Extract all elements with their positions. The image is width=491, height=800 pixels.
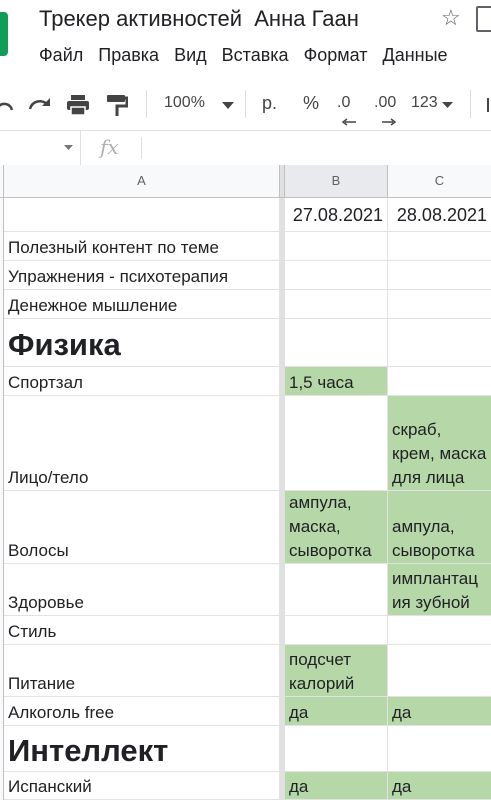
chevron-down-icon[interactable] [222, 102, 234, 110]
toolbar-separator [470, 90, 471, 118]
decrease-decimal-button[interactable]: .0 [337, 88, 350, 118]
cell-c-health[interactable]: имплантация зубной [388, 564, 491, 616]
row-label-money-mindset[interactable]: Денежное мышление [4, 290, 280, 319]
cell-c-money-mindset[interactable] [388, 290, 491, 319]
zoom-select[interactable]: 100% [164, 88, 205, 118]
percent-format-button[interactable]: % [303, 88, 319, 118]
toolbar: 100% р. % .0 .00 123 [0, 78, 491, 131]
row-label-useful-content[interactable]: Полезный контент по теме [4, 232, 280, 261]
column-header-c[interactable]: C [388, 165, 491, 198]
cell-c-spanish[interactable]: да [388, 772, 491, 800]
row-label-psychotherapy[interactable]: Упражнения - психотерапия [4, 261, 280, 290]
cell-b-intellect[interactable] [285, 726, 388, 772]
sheets-logo-icon[interactable] [0, 12, 8, 56]
row-label-style[interactable]: Стиль [4, 616, 280, 645]
cell-c-physics[interactable] [388, 319, 491, 367]
spreadsheet-grid: A B C 27.08.2021 28.08.2021 Полезный кон… [0, 165, 491, 800]
menu-edit[interactable]: Правка [98, 42, 159, 68]
row-label-spanish[interactable]: Испанский [4, 772, 280, 800]
row-label-nutrition[interactable]: Питание [4, 645, 280, 697]
row-label-alcohol-free[interactable]: Алкоголь free [4, 697, 280, 726]
arrow-left-icon [342, 118, 356, 126]
cell-b-date[interactable]: 27.08.2021 [285, 198, 388, 232]
font-select-icon[interactable] [487, 98, 489, 112]
cell-b-money-mindset[interactable] [285, 290, 388, 319]
star-icon[interactable]: ☆ [441, 4, 461, 32]
cell-b-style[interactable] [285, 616, 388, 645]
cell-b-psychotherapy[interactable] [285, 261, 388, 290]
row-label-gym[interactable]: Спортзал [4, 367, 280, 396]
column-header-b[interactable]: B [285, 165, 388, 198]
cell-c-face-body[interactable]: скраб, крем, маска для лица [388, 396, 491, 491]
cell-c-nutrition[interactable] [388, 645, 491, 697]
menu-view[interactable]: Вид [174, 42, 207, 68]
cell-c-hair[interactable]: ампула, сыворотка [388, 491, 491, 564]
formula-input[interactable] [150, 131, 491, 165]
cell-c-gym[interactable] [388, 367, 491, 396]
move-to-folder-icon[interactable] [476, 6, 491, 32]
document-title[interactable]: Трекер активностей Анна Гаан [39, 4, 359, 34]
toolbar-separator [146, 90, 147, 118]
cell-c-date[interactable]: 28.08.2021 [388, 198, 491, 232]
title-bar: Трекер активностей Анна Гаан ☆ Файл Прав… [0, 0, 491, 78]
formula-separator [141, 137, 142, 159]
cell-c-alcohol-free[interactable]: да [388, 697, 491, 726]
cell-b-gym[interactable]: 1,5 часа [285, 367, 388, 396]
menu-file[interactable]: Файл [39, 42, 83, 68]
cell-c-style[interactable] [388, 616, 491, 645]
cell-b-face-body[interactable] [285, 396, 388, 491]
row-label-hair[interactable]: Волосы [4, 491, 280, 564]
print-icon[interactable] [66, 94, 90, 116]
cell-b-alcohol-free[interactable]: да [285, 697, 388, 726]
number-format-select[interactable]: 123 [411, 88, 438, 118]
currency-format-button[interactable]: р. [262, 88, 277, 118]
arrow-right-icon [382, 118, 396, 126]
redo-icon[interactable] [28, 96, 54, 114]
menu-format[interactable]: Формат [304, 42, 368, 68]
column-header-a[interactable]: A [4, 165, 280, 198]
cell-b-health[interactable] [285, 564, 388, 616]
row-label-health[interactable]: Здоровье [4, 564, 280, 616]
row-label-face-body[interactable]: Лицо/тело [4, 396, 280, 491]
toolbar-separator [245, 90, 246, 118]
chevron-down-icon[interactable] [64, 145, 73, 151]
cell-b-hair[interactable]: ампула, маска, сыворотка [285, 491, 388, 564]
undo-icon[interactable] [0, 98, 16, 114]
cell-a-date-row[interactable] [4, 198, 280, 232]
cell-b-nutrition[interactable]: подсчет калорий [285, 645, 388, 697]
section-heading-physics[interactable]: Физика [4, 319, 280, 367]
menu-insert[interactable]: Вставка [222, 42, 289, 68]
fx-icon: fx [100, 135, 119, 159]
increase-decimal-button[interactable]: .00 [374, 88, 396, 118]
menu-data[interactable]: Данные [383, 42, 448, 68]
section-heading-intellect[interactable]: Интеллект [4, 726, 280, 772]
paint-format-icon[interactable] [106, 94, 128, 118]
cell-c-intellect[interactable] [388, 726, 491, 772]
cell-c-useful-content[interactable] [388, 232, 491, 261]
cell-b-useful-content[interactable] [285, 232, 388, 261]
cell-b-spanish[interactable]: да [285, 772, 388, 800]
cell-b-physics[interactable] [285, 319, 388, 367]
cell-c-psychotherapy[interactable] [388, 261, 491, 290]
menu-bar: Файл Правка Вид Вставка Формат Данные [39, 42, 463, 68]
formula-bar: fx [0, 131, 491, 166]
chevron-down-icon[interactable] [442, 102, 453, 109]
